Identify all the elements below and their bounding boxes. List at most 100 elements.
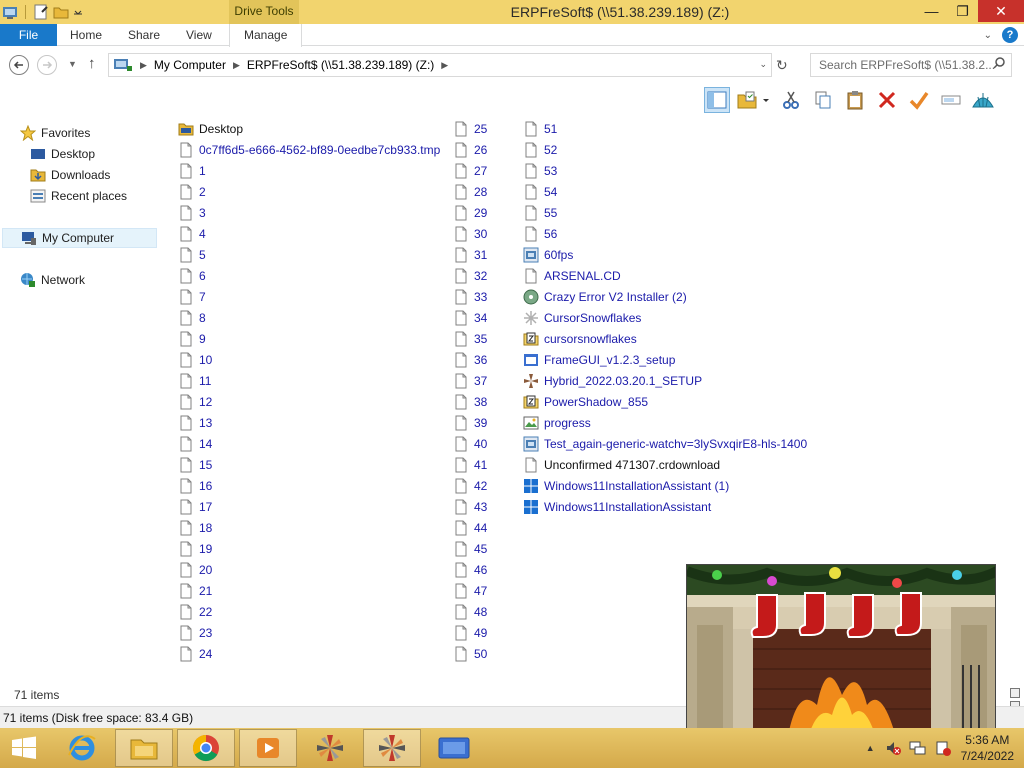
- file-item[interactable]: 54: [523, 181, 807, 202]
- file-item[interactable]: 6: [178, 265, 440, 286]
- tab-view[interactable]: View: [186, 24, 212, 46]
- file-item[interactable]: 35: [453, 328, 487, 349]
- file-item[interactable]: 29: [453, 202, 487, 223]
- properties-icon[interactable]: [33, 4, 49, 20]
- nav-desktop[interactable]: Desktop: [30, 144, 95, 164]
- file-item[interactable]: 60fps: [523, 244, 807, 265]
- close-button[interactable]: ✕: [978, 0, 1024, 22]
- volume-muted-icon[interactable]: [885, 740, 901, 756]
- file-item[interactable]: Windows11InstallationAssistant (1): [523, 475, 807, 496]
- file-item[interactable]: 15: [178, 454, 440, 475]
- file-item[interactable]: 23: [178, 622, 440, 643]
- file-item[interactable]: 38: [453, 391, 487, 412]
- search-icon[interactable]: [993, 57, 1005, 69]
- file-item[interactable]: 46: [453, 559, 487, 580]
- file-item[interactable]: 17: [178, 496, 440, 517]
- rename-button[interactable]: [938, 87, 964, 113]
- breadcrumb-my-computer[interactable]: My Computer: [154, 58, 226, 72]
- file-item[interactable]: 9: [178, 328, 440, 349]
- network-status-icon[interactable]: [909, 740, 927, 756]
- file-item[interactable]: 28: [453, 181, 487, 202]
- address-bar[interactable]: ▶ My Computer ▶ ERPFreSoft$ (\\51.38.239…: [108, 53, 772, 77]
- file-item[interactable]: 44: [453, 517, 487, 538]
- file-item[interactable]: 14: [178, 433, 440, 454]
- explorer-app-icon[interactable]: [2, 4, 18, 20]
- qat-dropdown-icon[interactable]: [73, 4, 83, 20]
- minimize-button[interactable]: —: [916, 0, 947, 22]
- taskbar-file-explorer[interactable]: [115, 729, 173, 767]
- tab-home[interactable]: Home: [70, 24, 102, 46]
- file-item[interactable]: 0c7ff6d5-e666-4562-bf89-0eedbe7cb933.tmp: [178, 139, 440, 160]
- file-item[interactable]: Test_again-generic-watchv=3lySvxqirE8-hl…: [523, 433, 807, 454]
- file-item[interactable]: 53: [523, 160, 807, 181]
- clock[interactable]: 5:36 AM 7/24/2022: [961, 732, 1014, 764]
- taskbar-framegui[interactable]: [425, 729, 483, 767]
- up-one-level-icon[interactable]: ↑: [88, 55, 96, 72]
- file-item[interactable]: Windows11InstallationAssistant: [523, 496, 807, 517]
- file-item[interactable]: 20: [178, 559, 440, 580]
- new-folder-icon[interactable]: [53, 4, 69, 20]
- nav-favorites[interactable]: Favorites: [20, 123, 90, 143]
- file-item[interactable]: 50: [453, 643, 487, 664]
- tab-file[interactable]: File: [0, 24, 57, 46]
- file-item[interactable]: ARSENAL.CD: [523, 265, 807, 286]
- file-item[interactable]: 19: [178, 538, 440, 559]
- nav-network[interactable]: Network: [20, 270, 85, 290]
- check-button[interactable]: [906, 87, 932, 113]
- file-item[interactable]: 16: [178, 475, 440, 496]
- recent-locations-dropdown-icon[interactable]: ▼: [68, 59, 77, 69]
- shell-button[interactable]: [970, 87, 996, 113]
- file-item[interactable]: 52: [523, 139, 807, 160]
- file-item[interactable]: FrameGUI_v1.2.3_setup: [523, 349, 807, 370]
- file-item[interactable]: Hybrid_2022.03.20.1_SETUP: [523, 370, 807, 391]
- file-item[interactable]: 55: [523, 202, 807, 223]
- forward-button[interactable]: [37, 55, 57, 75]
- file-item[interactable]: 4: [178, 223, 440, 244]
- file-item[interactable]: 51: [523, 118, 807, 139]
- details-view-icon[interactable]: [1010, 688, 1020, 698]
- back-button[interactable]: [9, 55, 29, 75]
- file-item[interactable]: 40: [453, 433, 487, 454]
- file-item[interactable]: 18: [178, 517, 440, 538]
- file-item[interactable]: 3: [178, 202, 440, 223]
- file-item[interactable]: Unconfirmed 471307.crdownload: [523, 454, 807, 475]
- file-item[interactable]: 22: [178, 601, 440, 622]
- file-item[interactable]: 37: [453, 370, 487, 391]
- maximize-button[interactable]: ❐: [947, 0, 978, 22]
- file-item[interactable]: 10: [178, 349, 440, 370]
- view-options-button[interactable]: [736, 87, 772, 113]
- tab-manage[interactable]: Manage: [229, 24, 303, 47]
- file-item[interactable]: 13: [178, 412, 440, 433]
- file-item[interactable]: Crazy Error V2 Installer (2): [523, 286, 807, 307]
- help-icon[interactable]: ?: [1002, 27, 1018, 43]
- file-item[interactable]: 30: [453, 223, 487, 244]
- paste-button[interactable]: [842, 87, 868, 113]
- file-item[interactable]: 36: [453, 349, 487, 370]
- file-item[interactable]: PowerShadow_855: [523, 391, 807, 412]
- file-item[interactable]: 11: [178, 370, 440, 391]
- file-item[interactable]: 5: [178, 244, 440, 265]
- file-item[interactable]: 7: [178, 286, 440, 307]
- tab-share[interactable]: Share: [128, 24, 160, 46]
- file-item[interactable]: 12: [178, 391, 440, 412]
- file-item[interactable]: 26: [453, 139, 487, 160]
- copy-button[interactable]: [810, 87, 836, 113]
- file-item[interactable]: 33: [453, 286, 487, 307]
- file-item[interactable]: 1: [178, 160, 440, 181]
- taskbar-hybrid-app[interactable]: [301, 729, 359, 767]
- file-item[interactable]: 34: [453, 307, 487, 328]
- taskbar-internet-explorer[interactable]: [53, 729, 111, 767]
- file-item[interactable]: progress: [523, 412, 807, 433]
- file-item[interactable]: Desktop: [178, 118, 440, 139]
- file-item[interactable]: 47: [453, 580, 487, 601]
- file-item[interactable]: 49: [453, 622, 487, 643]
- file-item[interactable]: cursorsnowflakes: [523, 328, 807, 349]
- file-item[interactable]: CursorSnowflakes: [523, 307, 807, 328]
- taskbar-media-player[interactable]: [239, 729, 297, 767]
- breadcrumb-drive[interactable]: ERPFreSoft$ (\\51.38.239.189) (Z:): [247, 58, 434, 72]
- taskbar-hybrid-app-2[interactable]: [363, 729, 421, 767]
- file-item[interactable]: 39: [453, 412, 487, 433]
- file-item[interactable]: 27: [453, 160, 487, 181]
- refresh-icon[interactable]: ↻: [776, 57, 788, 74]
- start-button[interactable]: [0, 729, 48, 767]
